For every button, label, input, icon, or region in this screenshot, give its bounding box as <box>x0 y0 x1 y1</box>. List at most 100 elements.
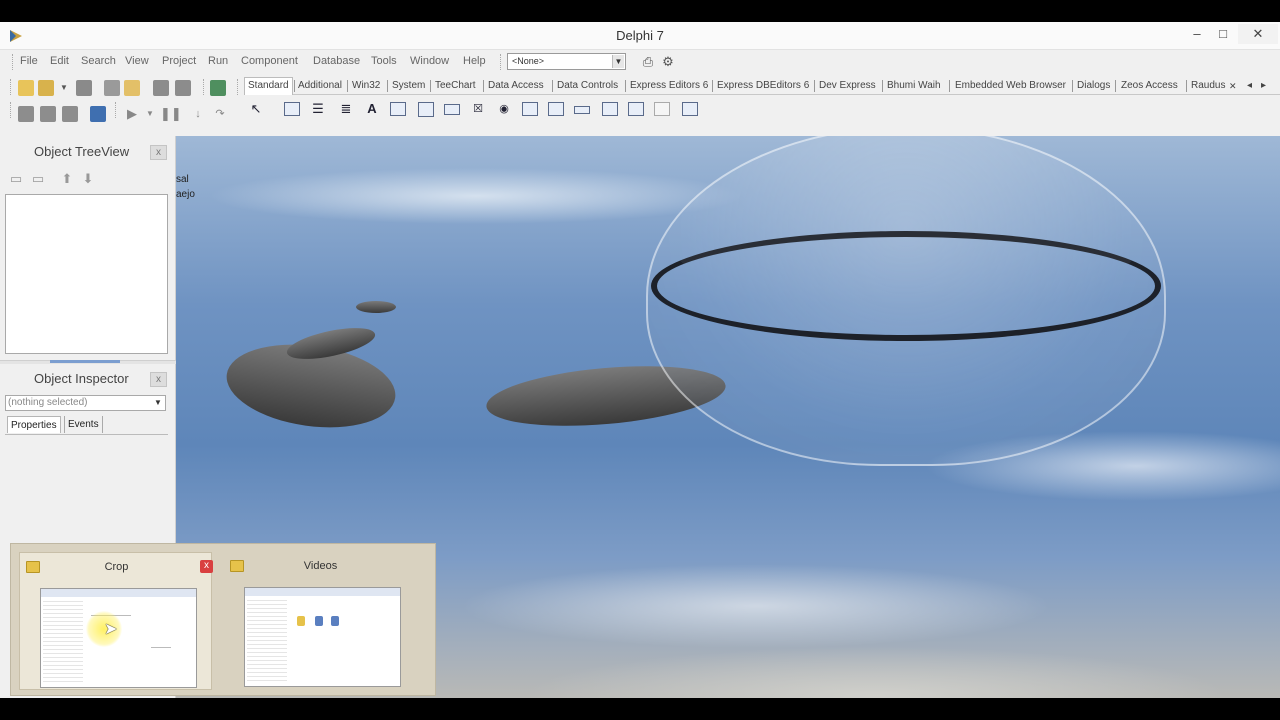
listbox-component-icon[interactable] <box>522 102 538 116</box>
pause-icon[interactable]: ❚❚ <box>160 106 182 122</box>
palette-close-icon[interactable]: ✕ <box>1229 78 1237 94</box>
edit-component-icon[interactable] <box>390 102 406 116</box>
preview-ribbon <box>245 588 400 596</box>
save-all-icon[interactable] <box>104 80 120 96</box>
tab-properties[interactable]: Properties <box>7 416 61 433</box>
view-form-icon[interactable] <box>40 106 56 122</box>
menu-view[interactable]: View <box>125 55 149 67</box>
palette-tab-separator <box>1115 80 1116 92</box>
toolbar-grip-view[interactable] <box>10 102 13 118</box>
minimize-button[interactable]: – <box>1184 24 1210 44</box>
maximize-button[interactable]: □ <box>1210 24 1236 44</box>
palette-scroll-left-icon[interactable]: ◂ <box>1247 78 1252 94</box>
step-over-icon[interactable]: ↷ <box>212 106 228 122</box>
save-desktop-icon[interactable]: ⎙ <box>640 54 656 70</box>
open-dropdown-icon[interactable]: ▼ <box>56 80 72 96</box>
help-contents-icon[interactable] <box>210 80 226 96</box>
palette-tab-win32[interactable]: Win32 <box>352 78 380 94</box>
palette-tab-separator <box>625 80 626 92</box>
memo-component-icon[interactable] <box>418 102 434 117</box>
set-debug-desktop-icon[interactable]: ⚙ <box>660 54 676 70</box>
object-inspector-close-button[interactable]: x <box>150 372 167 387</box>
toolbar-grip-debug[interactable] <box>115 102 118 118</box>
palette-tab-embedded-web-browser[interactable]: Embedded Web Browser <box>955 78 1066 94</box>
open-icon[interactable] <box>38 80 54 96</box>
menu-search[interactable]: Search <box>81 55 116 67</box>
close-window-button[interactable]: ✕ <box>1238 24 1278 44</box>
frames-component-icon[interactable] <box>284 102 300 116</box>
menu-tools[interactable]: Tools <box>371 55 397 67</box>
add-to-project-icon[interactable] <box>153 80 169 96</box>
new-items-icon[interactable] <box>18 80 34 96</box>
palette-tab-dev-express[interactable]: Dev Express <box>819 78 876 94</box>
trace-into-icon[interactable]: ↓ <box>190 106 206 122</box>
scrollbar-component-icon[interactable] <box>574 106 590 114</box>
remove-from-project-icon[interactable] <box>175 80 191 96</box>
groupbox-component-icon[interactable] <box>602 102 618 116</box>
menu-help[interactable]: Help <box>463 55 486 67</box>
menu-project[interactable]: Project <box>162 55 196 67</box>
combobox-component-icon[interactable] <box>548 102 564 116</box>
object-treeview-tree[interactable] <box>5 194 168 354</box>
delete-folder-icon[interactable]: ▭ <box>30 171 46 187</box>
palette-tab-express-editors[interactable]: Express Editors 6 <box>630 78 708 94</box>
folder-icon[interactable]: ▭ <box>8 171 24 187</box>
mainmenu-component-icon[interactable]: ☰ <box>308 99 328 119</box>
arrow-up-icon[interactable]: ⬆ <box>59 171 75 187</box>
menu-file[interactable]: File <box>20 55 38 67</box>
palette-tab-dialogs[interactable]: Dialogs <box>1077 78 1110 94</box>
panel-splitter-grip[interactable] <box>50 360 120 363</box>
actionlist-component-icon[interactable] <box>682 102 698 116</box>
palette-tab-additional[interactable]: Additional <box>298 78 342 94</box>
arrow-down-icon[interactable]: ⬇ <box>80 171 96 187</box>
desktop-icon-label: sal <box>176 174 189 185</box>
palette-tab-raudus[interactable]: Raudus <box>1191 78 1225 94</box>
save-icon[interactable] <box>76 80 92 96</box>
checkbox-component-icon[interactable]: ☒ <box>468 99 488 119</box>
tab-events[interactable]: Events <box>64 416 103 433</box>
palette-tab-express-dbeditors[interactable]: Express DBEditors 6 <box>717 78 809 94</box>
radiobutton-component-icon[interactable]: ◉ <box>494 99 514 119</box>
palette-tab-data-access[interactable]: Data Access <box>488 78 544 94</box>
toolbar-grip-help[interactable] <box>203 79 206 95</box>
pointer-tool-icon[interactable]: ↖ <box>246 99 266 119</box>
popupmenu-component-icon[interactable]: ≣ <box>336 99 356 119</box>
view-unit-icon[interactable] <box>18 106 34 122</box>
palette-tab-data-controls[interactable]: Data Controls <box>557 78 618 94</box>
palette-tab-zeos-access[interactable]: Zeos Access <box>1121 78 1178 94</box>
palette-tab-teechart[interactable]: TeeChart <box>435 78 476 94</box>
object-inspector-grid[interactable] <box>5 434 168 544</box>
preview-sidebar <box>247 600 287 684</box>
radiogroup-component-icon[interactable] <box>628 102 644 116</box>
toolbar-grip-standard[interactable] <box>10 79 13 95</box>
run-dropdown-icon[interactable]: ▼ <box>142 106 158 122</box>
palette-tab-standard[interactable]: Standard <box>244 77 293 95</box>
palette-scroll-right-icon[interactable]: ▸ <box>1261 78 1266 94</box>
desktop-toolbar-grip[interactable] <box>500 54 503 70</box>
button-component-icon[interactable] <box>444 104 460 115</box>
run-icon[interactable]: ▶ <box>124 106 140 122</box>
menu-window[interactable]: Window <box>410 55 449 67</box>
menu-component[interactable]: Component <box>241 55 298 67</box>
menu-database[interactable]: Database <box>313 55 360 67</box>
panel-component-icon[interactable] <box>654 102 670 116</box>
palette-tab-system[interactable]: System <box>392 78 425 94</box>
open-project-icon[interactable] <box>124 80 140 96</box>
chevron-down-icon[interactable]: ▼ <box>612 55 624 68</box>
letterbox-top <box>0 0 1280 22</box>
palette-tab-bhumi-waih[interactable]: Bhumi Waih <box>887 78 941 94</box>
new-form-icon[interactable] <box>90 106 106 122</box>
thumbnail-close-button[interactable]: x <box>200 560 213 573</box>
delphi-ide-window: Delphi 7 – □ ✕ File Edit Search View Pro… <box>0 22 1280 136</box>
chevron-down-icon[interactable]: ▼ <box>152 397 164 409</box>
palette-grip[interactable] <box>237 79 240 95</box>
object-selector-combo[interactable]: (nothing selected) ▼ <box>5 395 166 411</box>
desktop-layout-combo[interactable]: <None> ▼ <box>507 53 626 70</box>
menu-edit[interactable]: Edit <box>50 55 69 67</box>
thumbnail-crop[interactable]: Crop x ➤ <box>19 552 213 690</box>
thumbnail-videos[interactable]: Videos <box>224 552 417 690</box>
object-treeview-close-button[interactable]: x <box>150 145 167 160</box>
toggle-form-unit-icon[interactable] <box>62 106 78 122</box>
label-component-icon[interactable]: A <box>362 99 382 119</box>
menu-run[interactable]: Run <box>208 55 228 67</box>
